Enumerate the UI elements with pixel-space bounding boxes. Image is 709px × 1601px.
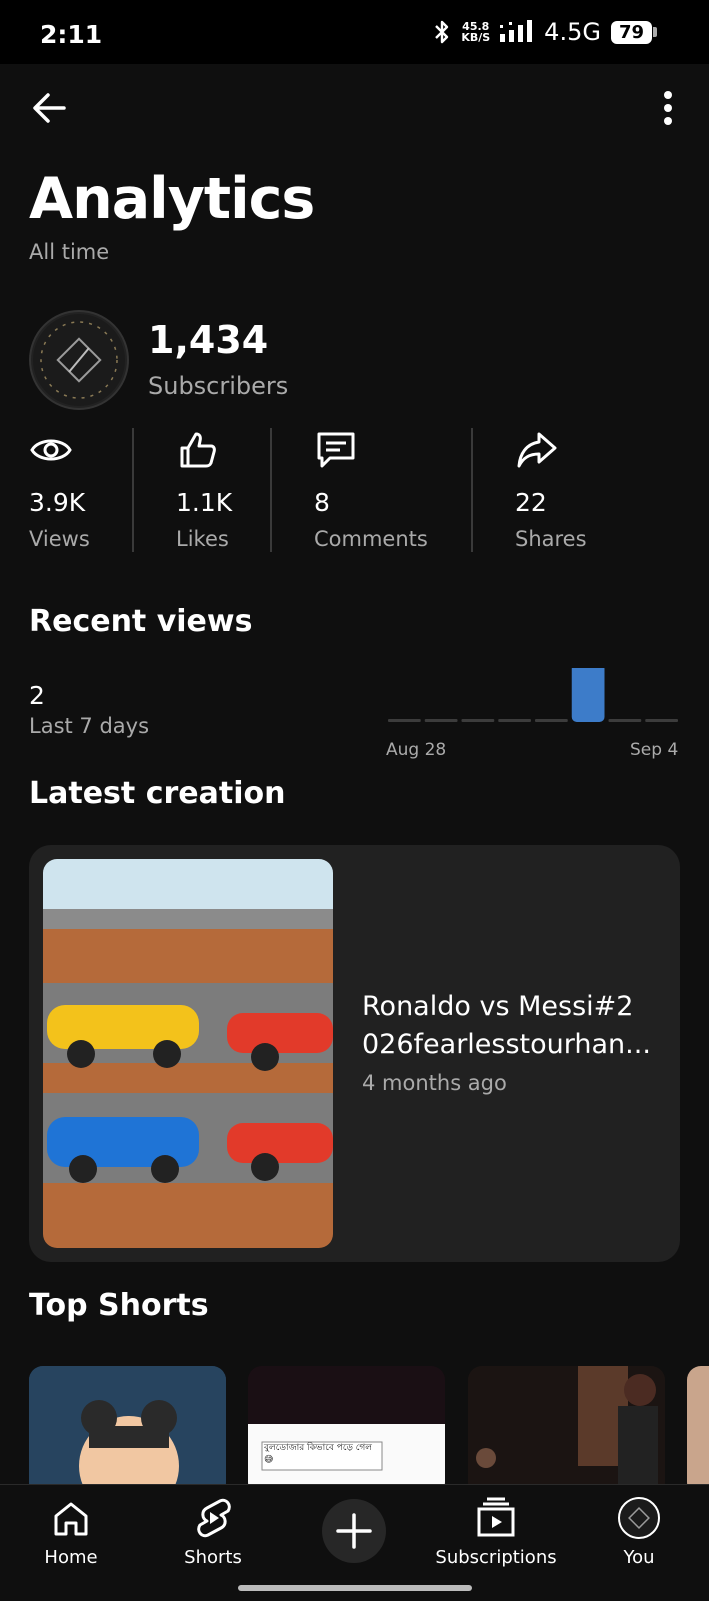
status-time: 2:11 <box>40 20 103 49</box>
chart-bar <box>645 719 678 722</box>
comment-icon <box>317 432 355 468</box>
chart-bar <box>388 719 421 722</box>
signal-icon <box>500 20 533 42</box>
nav-label: You <box>623 1547 655 1568</box>
short-thumbnail[interactable] <box>29 1366 226 1486</box>
speed-unit: KB/S <box>461 31 491 44</box>
video-title-line: Ronaldo vs Messi#2 <box>362 991 634 1022</box>
metric-label: Views <box>29 527 90 551</box>
chart-bar <box>498 719 531 722</box>
short-thumbnail[interactable]: বুলডোজার কিভাবে পড়ে গেল 😅 <box>248 1366 445 1486</box>
home-icon <box>54 1502 88 1536</box>
metric-likes[interactable]: 1.1K Likes <box>176 428 232 551</box>
metric-label: Shares <box>515 527 587 551</box>
subscriptions-icon <box>477 1497 515 1537</box>
chart-bar <box>571 668 605 722</box>
eye-icon <box>30 439 72 461</box>
page-subtitle: All time <box>29 240 110 264</box>
short-thumbnail[interactable] <box>468 1366 665 1486</box>
recent-views-label: Last 7 days <box>29 714 150 738</box>
back-arrow-icon[interactable] <box>28 86 72 130</box>
page-title: Analytics <box>29 166 315 232</box>
x-tick-label: Aug 28 <box>386 740 447 760</box>
video-title-line: 026fearlesstourhan... <box>362 1029 651 1060</box>
battery-indicator: 79 <box>610 20 652 44</box>
create-button[interactable] <box>322 1499 386 1563</box>
metric-value: 1.1K <box>176 488 233 517</box>
latest-creation-card[interactable]: Ronaldo vs Messi#2 026fearlesstourhan...… <box>29 845 680 1262</box>
nav-label: Subscriptions <box>435 1547 557 1568</box>
metric-label: Comments <box>314 527 428 551</box>
metric-value: 8 <box>314 488 330 517</box>
video-time: 4 months ago <box>362 1071 507 1095</box>
recent-views-title: Recent views <box>29 604 253 639</box>
video-thumbnail[interactable] <box>43 859 333 1248</box>
nav-label: Home <box>44 1547 98 1568</box>
share-icon <box>517 432 557 468</box>
channel-avatar <box>29 310 129 410</box>
profile-avatar-icon <box>618 1497 660 1539</box>
metric-label: Likes <box>176 527 229 551</box>
nav-home[interactable]: Home <box>36 1495 106 1568</box>
bluetooth-icon <box>435 20 449 44</box>
metric-value: 3.9K <box>29 488 86 517</box>
plus-icon <box>336 1513 372 1549</box>
metric-comments[interactable]: 8 Comments <box>314 428 428 551</box>
nav-you[interactable]: You <box>604 1495 674 1568</box>
x-tick-label: Sep 4 <box>630 740 679 760</box>
chart-bar <box>608 719 642 722</box>
bottom-navigation: Home Shorts Subscriptions You <box>0 1484 709 1601</box>
top-shorts-row: বুলডোজার কিভাবে পড়ে গেল 😅 <box>0 1366 709 1486</box>
status-icons: 45.8 KB/S 4.5G 79 <box>433 18 657 46</box>
metrics-row: 3.9K Views 1.1K Likes 8 Comments 22 Shar… <box>0 428 709 558</box>
network-type: 4.5G <box>544 18 601 46</box>
subscriber-label: Subscribers <box>148 372 289 400</box>
divider <box>471 428 473 552</box>
short-thumbnail[interactable] <box>687 1366 709 1486</box>
video-title[interactable]: Ronaldo vs Messi#2 026fearlesstourhan... <box>362 988 662 1064</box>
thumbs-up-icon <box>180 432 216 468</box>
nav-shorts[interactable]: Shorts <box>176 1495 250 1568</box>
recent-views-value: 2 <box>29 681 45 710</box>
metric-views[interactable]: 3.9K Views <box>29 428 90 551</box>
metric-shares[interactable]: 22 Shares <box>515 428 587 551</box>
latest-creation-title: Latest creation <box>29 776 286 811</box>
metric-value: 22 <box>515 488 547 517</box>
nav-label: Shorts <box>184 1547 242 1568</box>
chart-bar <box>461 719 495 722</box>
nav-subscriptions[interactable]: Subscriptions <box>434 1495 558 1568</box>
battery-tip <box>653 27 657 37</box>
top-shorts-title: Top Shorts <box>29 1288 209 1323</box>
shorts-icon <box>197 1498 231 1538</box>
short-caption: বুলডোজার কিভাবে পড়ে গেল 😅 <box>264 1443 372 1465</box>
chart-bar <box>424 719 458 722</box>
divider <box>270 428 272 552</box>
network-speed: 45.8 KB/S <box>461 21 490 43</box>
divider <box>132 428 134 552</box>
status-bar: 2:11 45.8 KB/S 4.5G 79 <box>0 0 709 64</box>
home-indicator <box>238 1585 472 1591</box>
more-options-icon[interactable] <box>653 88 683 128</box>
chart-bar <box>535 719 568 722</box>
subscriber-count: 1,434 <box>148 318 269 362</box>
